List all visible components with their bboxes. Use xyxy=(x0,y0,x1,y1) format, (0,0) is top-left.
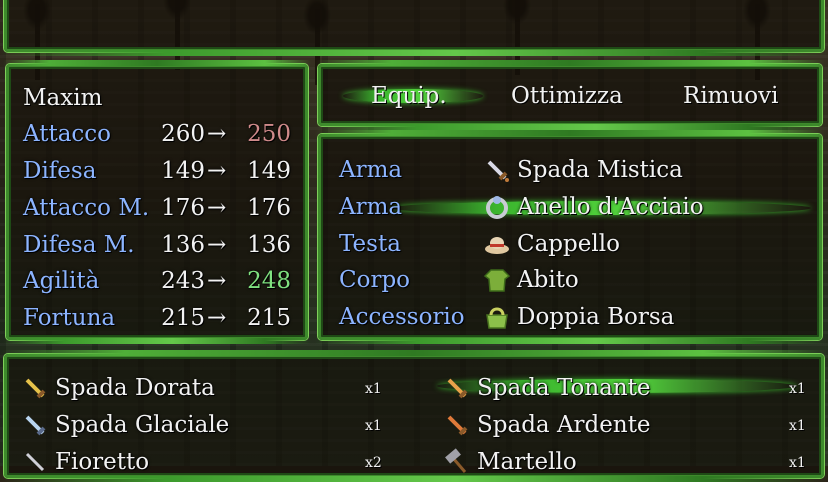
command-remove[interactable]: Rimuovi xyxy=(683,81,779,111)
hat-icon xyxy=(485,237,509,254)
item-quantity: x1 xyxy=(789,455,806,471)
slot-item-name: Anello d'Acciaio xyxy=(517,194,704,220)
item-quantity: x1 xyxy=(789,381,806,397)
param-new: 215 xyxy=(247,305,291,331)
sword-icon xyxy=(487,160,509,182)
sword-icon xyxy=(25,452,45,472)
right-arrow-icon: → xyxy=(207,121,227,147)
actor-name: Maxim xyxy=(23,85,103,111)
hammer-icon xyxy=(445,448,467,473)
sword-icon xyxy=(447,415,468,436)
ring-icon xyxy=(486,196,508,219)
command-optimize[interactable]: Ottimizza xyxy=(511,81,623,111)
right-arrow-icon: → xyxy=(207,195,227,221)
item-quantity: x1 xyxy=(365,418,382,434)
item-name: Spada Dorata xyxy=(55,375,215,401)
param-current: 215 xyxy=(161,305,205,331)
param-new: 176 xyxy=(247,195,291,221)
right-arrow-icon: → xyxy=(207,158,227,184)
param-label: Fortuna xyxy=(23,305,116,331)
slot-item-name: Doppia Borsa xyxy=(517,304,675,330)
slot-item-name: Abito xyxy=(517,267,579,293)
param-current: 149 xyxy=(161,158,205,184)
slot-label: Accessorio xyxy=(339,304,465,330)
item-name: Spada Tonante xyxy=(477,375,651,401)
help-window xyxy=(1,0,827,56)
item-quantity: x2 xyxy=(365,455,382,471)
param-new: 136 xyxy=(247,232,291,258)
param-new: 149 xyxy=(247,158,291,184)
item-name: Martello xyxy=(477,449,577,475)
param-label: Attacco M. xyxy=(23,195,150,221)
slot-label: Testa xyxy=(339,231,401,257)
clothes-icon xyxy=(483,269,511,292)
command-window: Equip. Ottimizza Rimuovi xyxy=(315,60,825,130)
item-name: Spada Glaciale xyxy=(55,412,230,438)
right-arrow-icon: → xyxy=(207,305,227,331)
slot-label: Corpo xyxy=(339,267,411,293)
slot-label: Arma xyxy=(339,194,403,220)
item-window: Spada Dorata x1 Spada Tonante x1 Spada G… xyxy=(1,350,827,482)
sword-icon xyxy=(25,415,46,436)
param-new: 250 xyxy=(247,121,291,147)
slot-item-name: Cappello xyxy=(517,231,620,257)
param-current: 243 xyxy=(161,268,205,294)
param-label: Difesa M. xyxy=(23,232,135,258)
slot-label: Arma xyxy=(339,157,403,183)
param-new: 248 xyxy=(247,268,291,294)
status-window: Maxim Attacco 260 → 250 Difesa 149 → 149… xyxy=(3,60,311,344)
item-quantity: x1 xyxy=(789,418,806,434)
right-arrow-icon: → xyxy=(207,268,227,294)
right-arrow-icon: → xyxy=(207,232,227,258)
param-current: 176 xyxy=(161,195,205,221)
sword-icon xyxy=(25,378,46,399)
item-quantity: x1 xyxy=(365,381,382,397)
param-label: Attacco xyxy=(23,121,112,147)
slot-window: Arma Spada Mistica Arma Anello d'Acciaio… xyxy=(315,130,825,344)
param-current: 260 xyxy=(161,121,205,147)
item-name: Spada Ardente xyxy=(477,412,651,438)
item-name: Fioretto xyxy=(55,449,150,475)
param-label: Difesa xyxy=(23,158,97,184)
param-current: 136 xyxy=(161,232,205,258)
bag-icon xyxy=(486,307,508,329)
param-label: Agilità xyxy=(23,268,100,294)
slot-item-name: Spada Mistica xyxy=(517,157,683,183)
command-equip[interactable]: Equip. xyxy=(371,81,447,111)
sword-icon xyxy=(447,378,468,399)
